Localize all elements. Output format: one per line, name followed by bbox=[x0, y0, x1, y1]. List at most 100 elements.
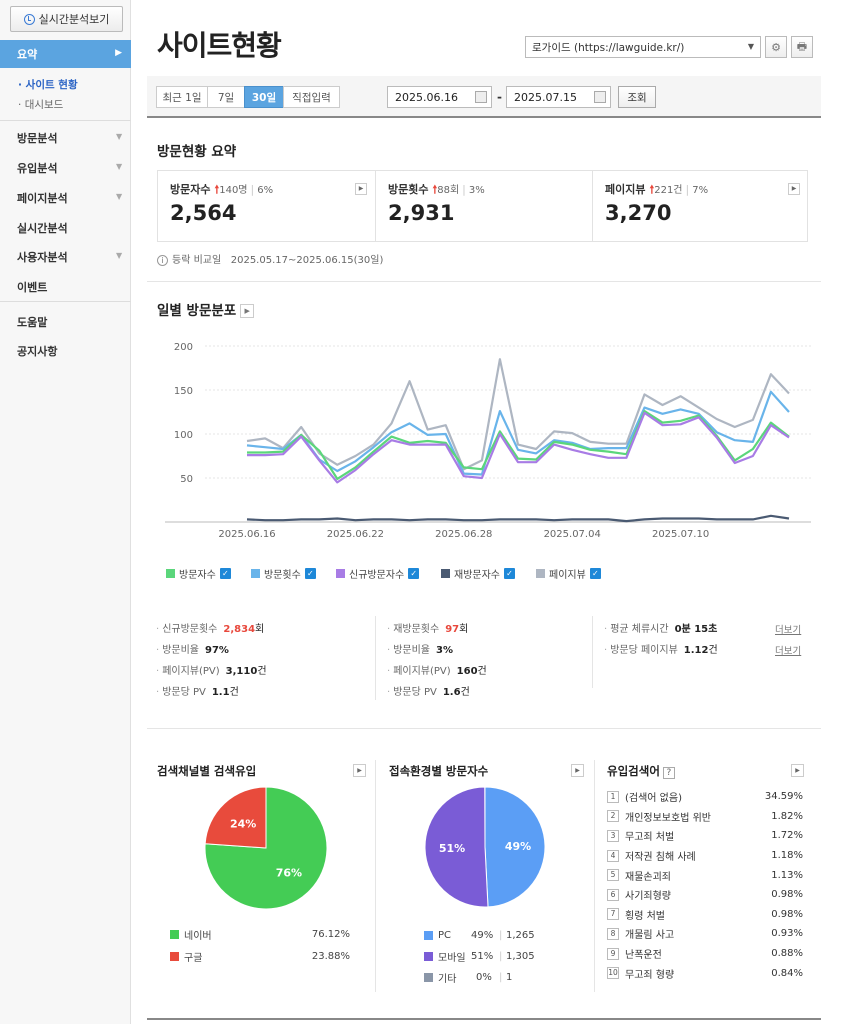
site-select-value: 로가이드 (https://lawguide.kr/) bbox=[532, 42, 685, 54]
compare-label: 등락 비교일 bbox=[172, 255, 222, 266]
settings-button[interactable]: ⚙ bbox=[765, 36, 787, 58]
keyword-row[interactable]: 3 무고죄 처벌 1.72% bbox=[607, 826, 803, 846]
stat-label: 방문비율 bbox=[162, 645, 199, 656]
legend-pct: 23.88% bbox=[311, 950, 350, 962]
x-tick-label: 2025.07.04 bbox=[544, 529, 601, 540]
stat-unit: 건 bbox=[477, 666, 487, 677]
keyword-text: 개인정보보호법 위반 bbox=[625, 812, 711, 824]
legend-count: 1,305 bbox=[506, 950, 535, 962]
print-button[interactable]: 🖶 bbox=[791, 36, 813, 58]
more-arrow-icon[interactable]: ▶ bbox=[355, 183, 367, 195]
legend-label: 방문횟수 bbox=[264, 570, 301, 581]
sidebar-item-visit-analysis[interactable]: 방문분석 bbox=[17, 130, 57, 146]
more-link-pages-per-visit[interactable]: 더보기 bbox=[775, 643, 801, 657]
keyword-row[interactable]: 4 저작권 침해 사례 1.18% bbox=[607, 846, 803, 866]
legend-pct: 76.12% bbox=[311, 928, 350, 940]
checkbox-checked-icon[interactable]: ✓ bbox=[219, 568, 231, 579]
start-date-value: 2025.06.16 bbox=[395, 91, 458, 104]
kpi-row: 방문자수 🠕140명 | 6% 2,564 ▶ 방문횟수 🠕88회 | 3% 2,931 페… bbox=[157, 170, 808, 242]
realtime-analysis-button[interactable]: 실시간분석보기 bbox=[10, 6, 123, 32]
info-icon: i bbox=[157, 255, 168, 266]
range-1day[interactable]: 최근 1일 bbox=[156, 86, 208, 108]
more-arrow-icon[interactable]: ▶ bbox=[788, 183, 800, 195]
series-line-4[interactable] bbox=[246, 358, 790, 471]
keywords-title: 유입검색어? bbox=[607, 763, 675, 779]
keyword-text: 난폭운전 bbox=[625, 950, 662, 962]
keyword-row[interactable]: 1 (검색어 없음) 34.59% bbox=[607, 787, 803, 807]
stat-label: 방문당 PV bbox=[393, 687, 437, 698]
calendar-icon[interactable] bbox=[475, 91, 487, 103]
keyword-row[interactable]: 8 개물림 사고 0.93% bbox=[607, 924, 803, 944]
end-date-input[interactable]: 2025.07.15 bbox=[506, 86, 611, 108]
legend-mobile: 모바일 51% | 1,305 bbox=[424, 946, 535, 966]
y-tick-label: 50 bbox=[180, 474, 193, 485]
keyword-row[interactable]: 5 재물손괴죄 1.13% bbox=[607, 865, 803, 885]
legend-new-visitors[interactable]: 신규방문자수 ✓ bbox=[336, 566, 420, 581]
more-arrow-icon[interactable]: ▶ bbox=[571, 764, 584, 777]
search-button[interactable]: 조회 bbox=[618, 86, 656, 108]
chevron-down-icon: ▼ bbox=[747, 42, 754, 51]
checkbox-checked-icon[interactable]: ✓ bbox=[504, 568, 515, 579]
keyword-pct: 34.59% bbox=[764, 791, 803, 803]
keyword-row[interactable]: 2 개인정보보호법 위반 1.82% bbox=[607, 807, 803, 827]
keyword-row[interactable]: 6 사기죄형량 0.98% bbox=[607, 885, 803, 905]
range-custom[interactable]: 직접입력 bbox=[283, 86, 340, 108]
stat-label: 페이지뷰(PV) bbox=[393, 666, 451, 677]
legend-swatch bbox=[536, 569, 545, 578]
stat-value: 1.6 bbox=[442, 687, 461, 698]
keyword-row[interactable]: 7 횡령 처벌 0.98% bbox=[607, 905, 803, 925]
keyword-pct: 0.98% bbox=[771, 889, 803, 901]
checkbox-checked-icon[interactable]: ✓ bbox=[589, 568, 601, 579]
keyword-row[interactable]: 10 무고죄 형량 0.84% bbox=[607, 963, 803, 983]
keyword-rank: 1 bbox=[607, 790, 619, 803]
legend-pageviews[interactable]: 페이지뷰 ✓ bbox=[536, 566, 601, 581]
keyword-pct: 0.93% bbox=[771, 928, 803, 940]
stat-value: 2,834 bbox=[223, 624, 256, 635]
subnav-dashboard[interactable]: · 대시보드 bbox=[18, 97, 63, 112]
calendar-icon[interactable] bbox=[594, 91, 606, 103]
legend-return-visitors[interactable]: 재방문자수 ✓ bbox=[441, 566, 515, 581]
keyword-row[interactable]: 9 난폭운전 0.88% bbox=[607, 944, 803, 964]
legend-visitors[interactable]: 방문자수 ✓ bbox=[166, 566, 231, 581]
legend-pct: 51% bbox=[471, 950, 494, 962]
more-arrow-icon[interactable]: ▶ bbox=[240, 304, 255, 318]
kpi-delta: 221건 bbox=[654, 185, 683, 196]
range-7days[interactable]: 7일 bbox=[207, 86, 245, 108]
more-link-duration[interactable]: 더보기 bbox=[775, 622, 801, 636]
sidebar-item-page-analysis[interactable]: 페이지분석 bbox=[17, 190, 68, 206]
stat-label: 신규방문횟수 bbox=[162, 624, 218, 635]
sidebar-item-notices[interactable]: 공지사항 bbox=[17, 343, 57, 359]
kpi-label: 방문자수 bbox=[170, 183, 211, 196]
legend-label: 페이지뷰 bbox=[549, 570, 586, 581]
sidebar-item-user-analysis[interactable]: 사용자분석 bbox=[17, 249, 68, 265]
sidebar-item-inflow-analysis[interactable]: 유입분석 bbox=[17, 160, 57, 176]
sidebar-item-events[interactable]: 이벤트 bbox=[17, 279, 47, 295]
range-30days[interactable]: 30일 bbox=[244, 86, 284, 108]
divider bbox=[375, 760, 376, 992]
start-date-input[interactable]: 2025.06.16 bbox=[387, 86, 492, 108]
sidebar-item-label: 요약 bbox=[17, 48, 38, 61]
legend-swatch bbox=[336, 569, 345, 578]
subnav-label: 사이트 현황 bbox=[25, 79, 78, 91]
keyword-rank: 8 bbox=[607, 927, 619, 940]
keyword-pct: 1.18% bbox=[771, 850, 803, 862]
more-arrow-icon[interactable]: ▶ bbox=[353, 764, 366, 777]
legend-visits[interactable]: 방문횟수 ✓ bbox=[251, 566, 316, 581]
kpi-label: 페이지뷰 bbox=[605, 183, 646, 196]
site-select[interactable]: 로가이드 (https://lawguide.kr/) ▼ bbox=[525, 36, 761, 58]
legend-swatch bbox=[166, 569, 175, 578]
stats-duration: · 평균 체류시간 0분 15초 · 방문당 페이지뷰 1.12건 bbox=[604, 624, 718, 656]
keywords-title-text: 유입검색어 bbox=[607, 764, 660, 778]
realtime-analysis-label: 실시간분석보기 bbox=[38, 13, 110, 26]
subnav-site-status[interactable]: · 사이트 현황 bbox=[18, 77, 78, 92]
legend-swatch bbox=[170, 929, 179, 939]
help-icon[interactable]: ? bbox=[662, 767, 675, 779]
sidebar-item-summary[interactable]: 요약 ▶ bbox=[0, 40, 131, 68]
more-arrow-icon[interactable]: ▶ bbox=[791, 764, 804, 777]
stat-value: 160 bbox=[456, 666, 478, 677]
checkbox-checked-icon[interactable]: ✓ bbox=[304, 568, 316, 579]
series-line-3[interactable] bbox=[246, 514, 790, 523]
sidebar-item-help[interactable]: 도움말 bbox=[17, 314, 47, 330]
checkbox-checked-icon[interactable]: ✓ bbox=[408, 568, 420, 579]
sidebar-item-realtime-analysis[interactable]: 실시간분석 bbox=[17, 220, 68, 236]
